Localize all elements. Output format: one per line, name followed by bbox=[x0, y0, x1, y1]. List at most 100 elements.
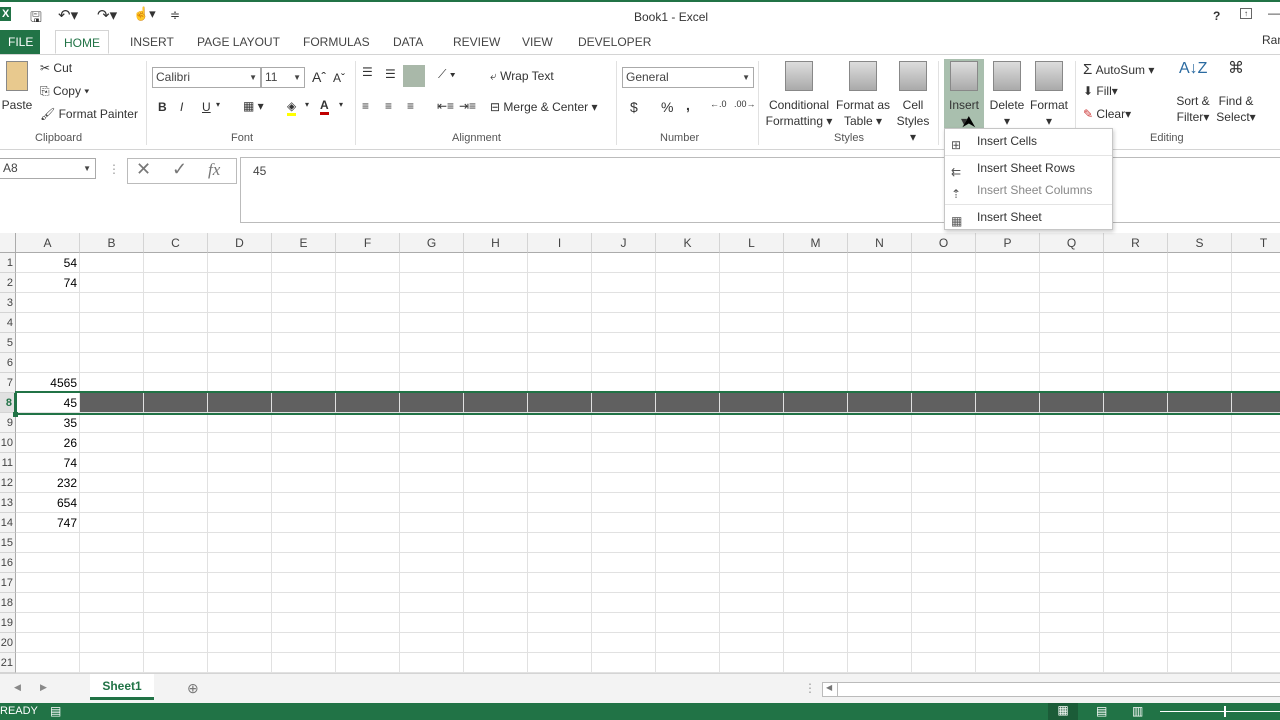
cell[interactable] bbox=[976, 553, 1040, 573]
cell[interactable] bbox=[144, 613, 208, 633]
column-header[interactable]: D bbox=[208, 233, 272, 253]
cell[interactable] bbox=[464, 373, 528, 393]
cell[interactable] bbox=[720, 493, 784, 513]
horizontal-scrollbar[interactable]: ◀ bbox=[822, 682, 1280, 697]
cell[interactable] bbox=[976, 293, 1040, 313]
cell[interactable] bbox=[1040, 293, 1104, 313]
cell[interactable] bbox=[144, 573, 208, 593]
cell[interactable] bbox=[784, 333, 848, 353]
cell[interactable] bbox=[80, 453, 144, 473]
cell[interactable] bbox=[1232, 473, 1280, 493]
cell[interactable] bbox=[400, 393, 464, 413]
cell[interactable] bbox=[144, 333, 208, 353]
new-sheet-icon[interactable]: ⊕ bbox=[187, 680, 199, 697]
cell[interactable] bbox=[1168, 593, 1232, 613]
cell[interactable] bbox=[592, 573, 656, 593]
user-name[interactable]: Ran bbox=[1262, 33, 1280, 47]
cell[interactable] bbox=[1104, 333, 1168, 353]
cell[interactable] bbox=[656, 453, 720, 473]
cell[interactable] bbox=[976, 633, 1040, 653]
cell[interactable] bbox=[1040, 433, 1104, 453]
font-name-select[interactable]: Calibri ▼ bbox=[152, 67, 261, 88]
cell[interactable] bbox=[144, 393, 208, 413]
format-button[interactable]: Format ▾ bbox=[1028, 61, 1070, 129]
cell[interactable] bbox=[208, 253, 272, 273]
cell[interactable] bbox=[80, 353, 144, 373]
cell[interactable] bbox=[208, 413, 272, 433]
cell[interactable] bbox=[1040, 533, 1104, 553]
cell[interactable] bbox=[784, 533, 848, 553]
cell[interactable] bbox=[80, 253, 144, 273]
row-header[interactable]: 19 bbox=[0, 613, 16, 633]
cell[interactable] bbox=[80, 493, 144, 513]
cell[interactable] bbox=[1232, 293, 1280, 313]
cell[interactable] bbox=[1232, 513, 1280, 533]
tab-developer[interactable]: DEVELOPER bbox=[570, 30, 659, 54]
cell[interactable]: 45 bbox=[16, 393, 80, 413]
cell[interactable] bbox=[848, 373, 912, 393]
customize-toolbar-icon[interactable]: ≑ bbox=[170, 8, 180, 22]
cell[interactable] bbox=[592, 373, 656, 393]
cell[interactable] bbox=[656, 313, 720, 333]
cell[interactable] bbox=[336, 633, 400, 653]
row-header[interactable]: 10 bbox=[0, 433, 16, 453]
wrap-text-button[interactable]: ⤶ Wrap Text bbox=[490, 69, 554, 84]
align-center-icon[interactable]: ≡ bbox=[385, 99, 392, 113]
cell[interactable] bbox=[656, 633, 720, 653]
cell[interactable] bbox=[912, 393, 976, 413]
column-header[interactable]: K bbox=[656, 233, 720, 253]
cell[interactable] bbox=[528, 453, 592, 473]
cell[interactable] bbox=[976, 613, 1040, 633]
cell[interactable] bbox=[1040, 273, 1104, 293]
cell[interactable] bbox=[592, 353, 656, 373]
fill-button[interactable]: ⬇ Fill▾ bbox=[1083, 84, 1118, 98]
cell[interactable] bbox=[1168, 613, 1232, 633]
cell[interactable] bbox=[720, 253, 784, 273]
cell[interactable] bbox=[208, 453, 272, 473]
cell[interactable] bbox=[1232, 253, 1280, 273]
cell[interactable] bbox=[720, 653, 784, 673]
cell[interactable] bbox=[400, 373, 464, 393]
cell[interactable] bbox=[720, 473, 784, 493]
cell[interactable] bbox=[80, 633, 144, 653]
cell[interactable] bbox=[208, 393, 272, 413]
cell[interactable] bbox=[592, 273, 656, 293]
cell[interactable] bbox=[912, 473, 976, 493]
cell[interactable] bbox=[400, 473, 464, 493]
tab-file[interactable]: FILE bbox=[0, 30, 40, 54]
cell[interactable] bbox=[528, 573, 592, 593]
cell[interactable] bbox=[784, 513, 848, 533]
cell[interactable] bbox=[208, 313, 272, 333]
font-color-icon[interactable]: A bbox=[320, 98, 329, 115]
cell[interactable] bbox=[144, 293, 208, 313]
cell[interactable] bbox=[144, 273, 208, 293]
cell[interactable] bbox=[1104, 393, 1168, 413]
cell[interactable] bbox=[16, 653, 80, 673]
cell[interactable]: 26 bbox=[16, 433, 80, 453]
cell[interactable] bbox=[1232, 493, 1280, 513]
fill-color-icon[interactable]: ◈ bbox=[287, 99, 297, 116]
row-header[interactable]: 11 bbox=[0, 453, 16, 473]
cell[interactable] bbox=[976, 373, 1040, 393]
cell[interactable] bbox=[400, 493, 464, 513]
cell[interactable] bbox=[1040, 633, 1104, 653]
cell[interactable] bbox=[144, 373, 208, 393]
cell[interactable] bbox=[272, 293, 336, 313]
normal-view-icon[interactable]: ▦ bbox=[1048, 703, 1078, 720]
cell[interactable] bbox=[1040, 313, 1104, 333]
cell[interactable] bbox=[784, 633, 848, 653]
name-box[interactable]: A8 ▼ bbox=[0, 158, 96, 179]
cell[interactable] bbox=[464, 493, 528, 513]
cell[interactable] bbox=[848, 493, 912, 513]
cell[interactable] bbox=[1104, 373, 1168, 393]
column-header[interactable]: F bbox=[336, 233, 400, 253]
cell[interactable] bbox=[720, 453, 784, 473]
cell[interactable] bbox=[1104, 433, 1168, 453]
row-header[interactable]: 13 bbox=[0, 493, 16, 513]
row-header[interactable]: 2 bbox=[0, 273, 16, 293]
cell[interactable] bbox=[144, 453, 208, 473]
cell[interactable] bbox=[528, 373, 592, 393]
cell[interactable] bbox=[1168, 493, 1232, 513]
cell[interactable] bbox=[1168, 553, 1232, 573]
shrink-font-icon[interactable]: Aˇ bbox=[333, 71, 345, 85]
